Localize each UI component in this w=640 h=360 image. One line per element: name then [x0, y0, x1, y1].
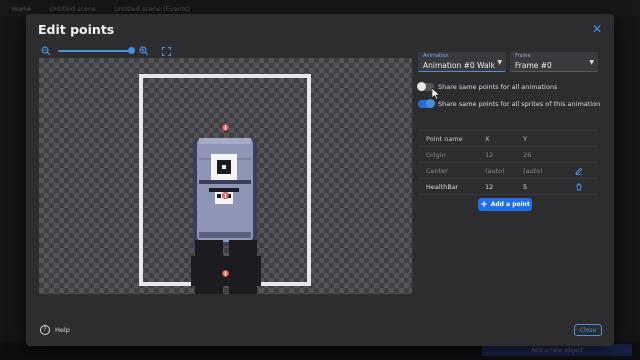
fit-to-screen-icon[interactable]: [160, 45, 172, 57]
share-all-animations-label: Share same points for all animations: [438, 83, 558, 91]
points-table: Point name X Y Origin 12 26 Center (auto…: [418, 130, 598, 195]
zoom-out-icon[interactable]: [40, 45, 52, 57]
point-x-cell[interactable]: 12: [485, 183, 523, 191]
header-point-name: Point name: [426, 134, 463, 143]
point-y-cell[interactable]: (auto): [523, 167, 569, 175]
sprite-preview-canvas[interactable]: [39, 58, 412, 294]
frame-select-value: Frame #0: [515, 61, 552, 70]
plus-icon: +: [480, 199, 488, 210]
point-x-cell[interactable]: (auto): [485, 167, 523, 175]
chevron-down-icon: ▼: [497, 59, 502, 66]
zoom-slider[interactable]: [58, 47, 135, 54]
zoom-slider-thumb[interactable]: [128, 47, 135, 54]
edit-icon[interactable]: [569, 167, 589, 175]
mouse-cursor-icon: [432, 88, 440, 100]
point-name-cell: Center: [426, 166, 448, 175]
add-point-button[interactable]: + Add a point: [478, 198, 532, 211]
edit-points-dialog: Edit points ✕ Animation Animation #0 Wal…: [26, 14, 614, 346]
share-all-sprites-label: Share same points for all sprites of thi…: [438, 100, 601, 108]
share-all-sprites-toggle[interactable]: [418, 99, 435, 108]
close-label: Close: [579, 326, 597, 334]
zoom-toolbar: [40, 44, 172, 58]
zoom-in-icon[interactable]: [138, 45, 150, 57]
help-icon: ?: [40, 325, 50, 335]
animation-select[interactable]: Animation Animation #0 Walking ▼: [418, 52, 506, 72]
header-y: Y: [523, 134, 527, 143]
toggle-knob: [426, 99, 435, 108]
frame-select-label: Frame: [515, 53, 531, 59]
dialog-footer: ? Help Close: [26, 318, 614, 346]
share-all-sprites-row[interactable]: Share same points for all sprites of thi…: [418, 99, 601, 108]
delete-icon[interactable]: [569, 183, 589, 191]
toggle-knob: [417, 82, 426, 91]
help-button[interactable]: ? Help: [40, 325, 70, 335]
add-point-label: Add a point: [490, 201, 530, 208]
table-header: Point name X Y: [418, 131, 598, 147]
close-button[interactable]: Close: [574, 324, 602, 336]
header-x: X: [485, 134, 490, 143]
frame-select[interactable]: Frame Frame #0 ▼: [510, 52, 598, 72]
table-row[interactable]: HealthBar 12 5: [418, 179, 598, 195]
center-point-marker[interactable]: [222, 192, 229, 199]
help-label: Help: [55, 326, 70, 334]
point-y-cell[interactable]: 5: [523, 183, 569, 191]
point-y-cell[interactable]: 26: [523, 151, 569, 159]
close-icon[interactable]: ✕: [590, 22, 604, 36]
animation-select-value: Animation #0 Walking: [423, 61, 495, 70]
point-name-cell: Origin: [426, 150, 446, 159]
chevron-down-icon: ▼: [589, 59, 594, 66]
point-x-cell[interactable]: 12: [485, 151, 523, 159]
table-row[interactable]: Origin 12 26: [418, 147, 598, 163]
table-row[interactable]: Center (auto) (auto): [418, 163, 598, 179]
animation-select-label: Animation: [423, 53, 449, 59]
dialog-title: Edit points: [38, 22, 115, 37]
origin-point-marker[interactable]: [222, 270, 229, 277]
point-name-cell[interactable]: HealthBar: [418, 183, 485, 191]
healthbar-point-marker[interactable]: [222, 124, 229, 131]
